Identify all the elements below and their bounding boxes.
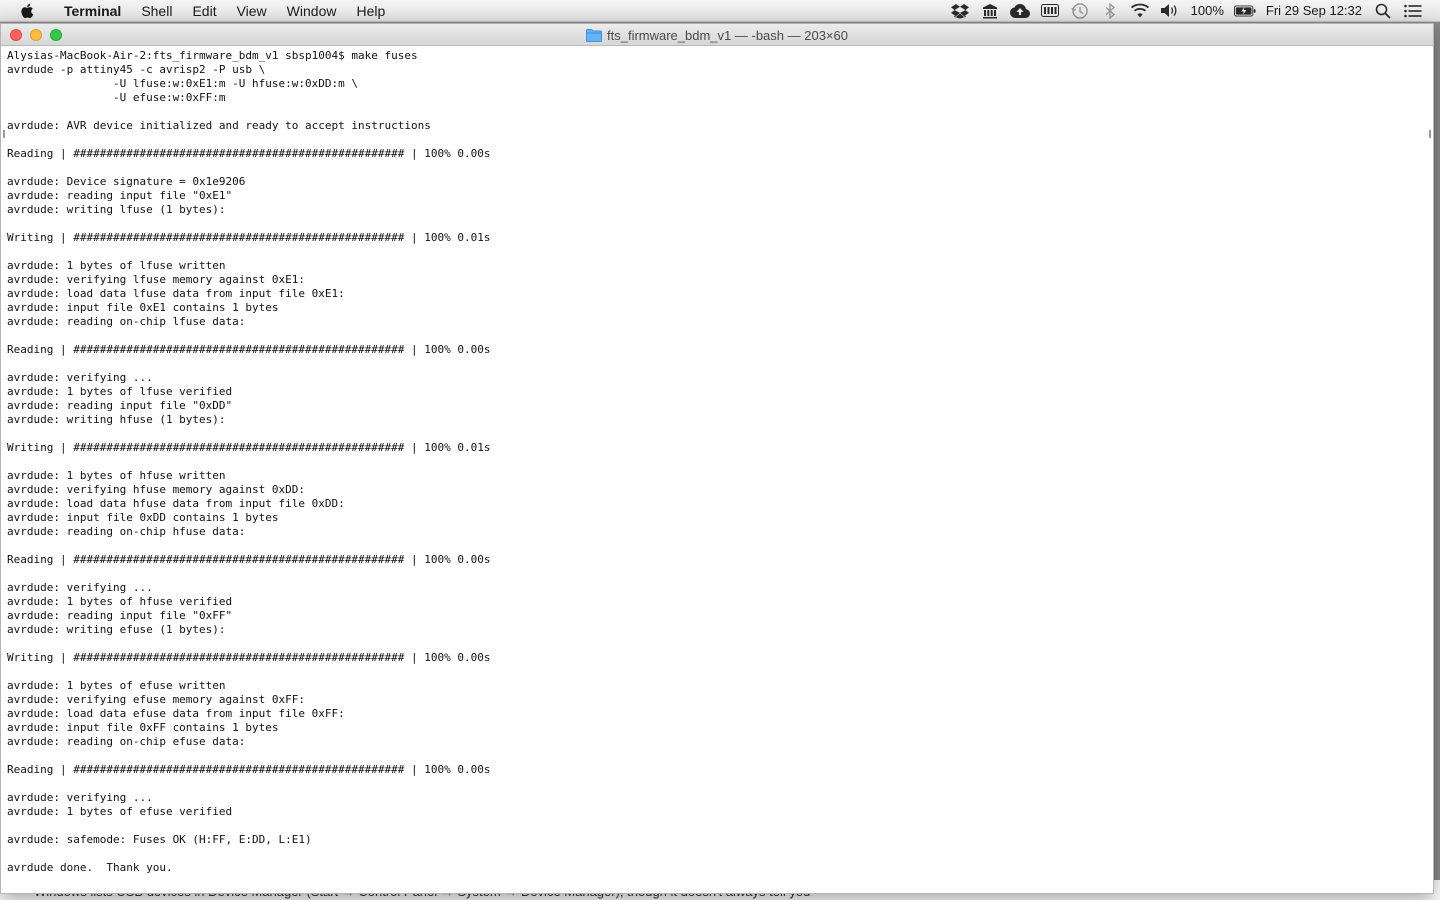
terminal-line: avrdude: writing efuse (1 bytes): (7, 623, 226, 636)
terminal-output-area[interactable]: Alysias-MacBook-Air-2:fts_firmware_bdm_v… (1, 46, 1433, 893)
terminal-line: avrdude: load data hfuse data from input… (7, 497, 345, 510)
terminal-line: avrdude: reading input file "0xE1" (7, 189, 233, 202)
terminal-line: avrdude: Device signature = 0x1e9206 (7, 175, 246, 188)
terminal-line: avrdude: 1 bytes of efuse written (7, 679, 226, 692)
terminal-line: Reading | ##############################… (7, 147, 491, 160)
scroll-marker-right (1429, 130, 1431, 138)
terminal-line: avrdude: reading on-chip lfuse data: (7, 315, 246, 328)
terminal-line: avrdude: load data lfuse data from input… (7, 287, 345, 300)
bluetooth-icon[interactable] (1099, 2, 1121, 20)
terminal-line: avrdude: verifying lfuse memory against … (7, 273, 306, 286)
battery-percent: 100% (1190, 3, 1224, 18)
menu-help[interactable]: Help (346, 0, 395, 22)
menu-shell[interactable]: Shell (131, 0, 182, 22)
status-area: 100% Fri 29 Sep 12:32 (945, 0, 1440, 22)
terminal-line: Reading | ##############################… (7, 553, 491, 566)
terminal-line: avrdude: 1 bytes of lfuse verified (7, 385, 233, 398)
clock[interactable]: Fri 29 Sep 12:32 (1266, 3, 1362, 18)
terminal-line: avrdude: input file 0xDD contains 1 byte… (7, 511, 279, 524)
folder-icon (586, 28, 602, 42)
window-title: fts_firmware_bdm_v1 — -bash — 203×60 (1, 24, 1433, 46)
terminal-line: Writing | ##############################… (7, 231, 491, 244)
menu-app-terminal[interactable]: Terminal (54, 0, 131, 22)
terminal-line: avrdude: input file 0xE1 contains 1 byte… (7, 301, 279, 314)
terminal-line: avrdude: reading on-chip hfuse data: (7, 525, 246, 538)
spotlight-icon[interactable] (1372, 2, 1394, 20)
terminal-line: Writing | ##############################… (7, 651, 491, 664)
memory-icon[interactable] (1039, 2, 1061, 20)
apple-icon[interactable] (18, 2, 36, 20)
dropbox-icon[interactable] (949, 2, 971, 20)
terminal-output[interactable]: Alysias-MacBook-Air-2:fts_firmware_bdm_v… (1, 46, 1433, 889)
terminal-line: avrdude: writing lfuse (1 bytes): (7, 203, 226, 216)
terminal-line: avrdude: load data efuse data from input… (7, 707, 345, 720)
terminal-line: avrdude: AVR device initialized and read… (7, 119, 431, 132)
terminal-line: avrdude: verifying ... (7, 581, 153, 594)
menu-window[interactable]: Window (277, 0, 347, 22)
menu-view[interactable]: View (227, 0, 277, 22)
terminal-line: avrdude: 1 bytes of lfuse written (7, 259, 226, 272)
time-machine-icon[interactable] (1069, 2, 1091, 20)
window-title-text: fts_firmware_bdm_v1 — -bash — 203×60 (607, 27, 848, 43)
wifi-icon[interactable] (1129, 2, 1151, 20)
menu-edit[interactable]: Edit (182, 0, 226, 22)
title-bar[interactable]: fts_firmware_bdm_v1 — -bash — 203×60 (1, 24, 1433, 46)
volume-icon[interactable] (1159, 2, 1181, 20)
terminal-line: Writing | ##############################… (7, 441, 491, 454)
bank-icon[interactable] (979, 2, 1001, 20)
terminal-line: avrdude: reading input file "0xFF" (7, 609, 233, 622)
notification-center-icon[interactable] (1402, 2, 1424, 20)
terminal-line: avrdude -p attiny45 -c avrisp2 -P usb \ (7, 63, 266, 76)
terminal-line: avrdude: reading on-chip efuse data: (7, 735, 246, 748)
scroll-marker-left (3, 130, 5, 138)
terminal-window: fts_firmware_bdm_v1 — -bash — 203×60 Aly… (0, 23, 1434, 894)
menu-bar: Terminal Shell Edit View Window Help 100… (0, 0, 1440, 22)
terminal-line: avrdude: verifying efuse memory against … (7, 693, 306, 706)
terminal-line: Reading | ##############################… (7, 343, 491, 356)
terminal-line: Alysias-MacBook-Air-2:fts_firmware_bdm_v… (7, 49, 418, 62)
terminal-line: avrdude: verifying ... (7, 791, 153, 804)
terminal-line: -U efuse:w:0xFF:m (7, 91, 226, 104)
terminal-line: avrdude: 1 bytes of efuse verified (7, 805, 233, 818)
cloud-upload-icon[interactable] (1009, 2, 1031, 20)
terminal-line: avrdude: reading input file "0xDD" (7, 399, 233, 412)
battery-icon[interactable] (1233, 2, 1256, 20)
terminal-line: Reading | ##############################… (7, 763, 491, 776)
terminal-line: avrdude: writing hfuse (1 bytes): (7, 413, 226, 426)
terminal-line: avrdude: verifying ... (7, 371, 153, 384)
terminal-line: avrdude: input file 0xFF contains 1 byte… (7, 721, 279, 734)
terminal-line: avrdude: safemode: Fuses OK (H:FF, E:DD,… (7, 833, 312, 846)
terminal-line: avrdude done. Thank you. (7, 861, 173, 874)
terminal-line: avrdude: verifying hfuse memory against … (7, 483, 306, 496)
terminal-line: avrdude: 1 bytes of hfuse written (7, 469, 226, 482)
terminal-line: -U lfuse:w:0xE1:m -U hfuse:w:0xDD:m \ (7, 77, 358, 90)
terminal-line: avrdude: 1 bytes of hfuse verified (7, 595, 233, 608)
